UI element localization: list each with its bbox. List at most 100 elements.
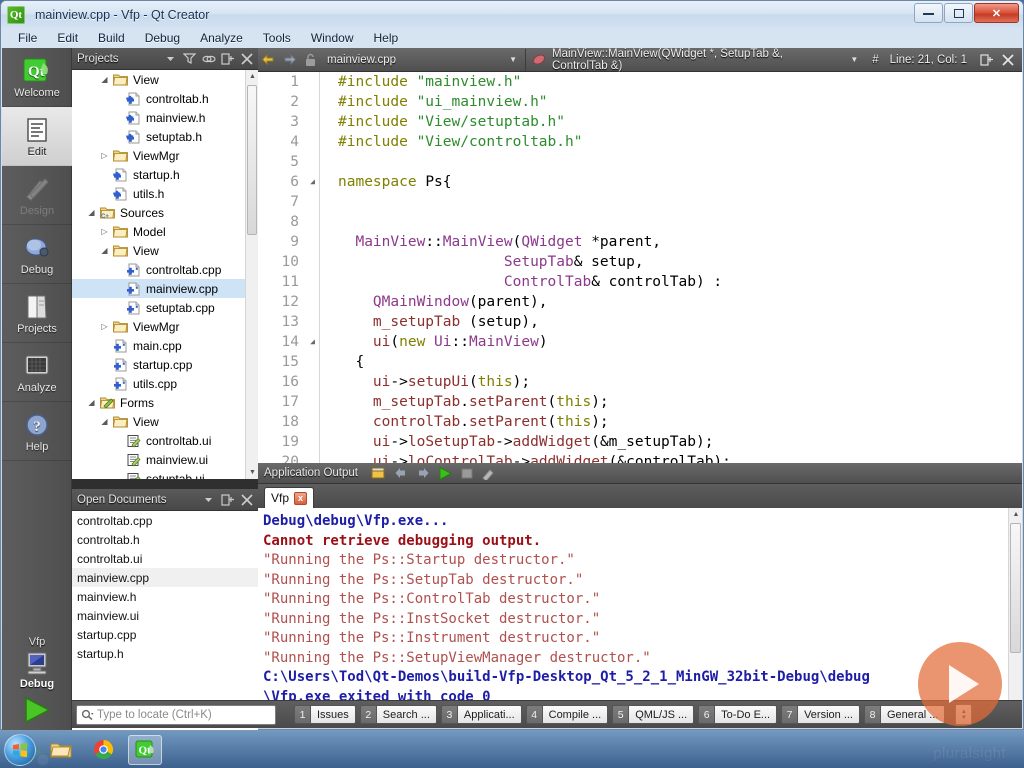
menu-edit[interactable]: Edit [48,29,87,47]
tree-item[interactable]: setuptab.h [72,127,258,146]
maximize-button[interactable] [944,3,973,23]
lock-icon[interactable] [300,49,321,71]
menu-build[interactable]: Build [89,29,134,47]
open-document-item[interactable]: controltab.h [72,530,258,549]
mode-projects[interactable]: Projects [2,284,72,343]
tree-item[interactable]: controltab.h [72,89,258,108]
code-line[interactable]: 17 m_setupTab.setParent(this); [258,392,1022,412]
scrollbar-thumb[interactable] [247,85,257,235]
output-pane-button[interactable]: 1Issues [294,705,356,724]
scrollbar-thumb[interactable] [1010,523,1021,653]
expander-closed-icon[interactable]: ▷ [98,227,111,236]
kit-selector[interactable]: Vfp Debug [2,636,72,690]
close-icon[interactable] [237,49,256,68]
tree-item[interactable]: ▷ViewMgr [72,146,258,165]
output-pane-button[interactable]: 7Version ... [781,705,860,724]
menu-help[interactable]: Help [365,29,408,47]
mode-edit[interactable]: Edit [2,107,72,166]
arrow-forward-icon[interactable] [279,49,300,71]
project-tree-scrollbar-vertical[interactable]: ▲ ▼ [245,70,258,479]
explorer-icon[interactable] [44,735,78,765]
start-button[interactable] [4,734,36,766]
code-line[interactable]: 12 QMainWindow(parent), [258,292,1022,312]
output-pane-button[interactable]: 4Compile ... [526,705,609,724]
close-button[interactable]: ✕ [974,3,1019,23]
tree-item[interactable]: startup.cpp [72,355,258,374]
output-pane-button[interactable]: 2Search ... [360,705,437,724]
split-icon[interactable] [976,49,997,71]
menu-window[interactable]: Window [302,29,363,47]
code-area[interactable]: 1#include "mainview.h"2#include "ui_main… [258,72,1022,463]
open-document-item[interactable]: mainview.ui [72,606,258,625]
project-tree[interactable]: ◢Viewcontroltab.hmainview.hsetuptab.h▷Vi… [72,70,258,479]
fold-marker-icon[interactable]: ◢ [306,332,320,352]
open-document-item[interactable]: mainview.cpp [72,568,258,587]
code-line[interactable]: 2#include "ui_mainview.h" [258,92,1022,112]
symbol-combobox[interactable]: MainView::MainView(QWidget *, SetupTab &… [525,49,866,71]
expander-open-icon[interactable]: ◢ [98,246,111,255]
code-line[interactable]: 6◢namespace Ps{ [258,172,1022,192]
expander-closed-icon[interactable]: ▷ [98,151,111,160]
expander-open-icon[interactable]: ◢ [98,417,111,426]
link-icon[interactable] [199,49,218,68]
tree-item[interactable]: setuptab.ui [72,469,258,479]
code-line[interactable]: 11 ControlTab& controlTab) : [258,272,1022,292]
output-scrollbar[interactable]: ▲ ▼ [1008,508,1022,711]
close-icon[interactable]: x [294,492,307,505]
scroll-up-arrow[interactable]: ▲ [1009,508,1023,521]
menu-tools[interactable]: Tools [254,29,300,47]
code-line[interactable]: 8 [258,212,1022,232]
tree-item[interactable]: utils.h [72,184,258,203]
output-pane-button[interactable]: 8General ... [864,705,945,724]
split-icon[interactable] [218,49,237,68]
open-documents-list[interactable]: controltab.cppcontroltab.hcontroltab.uim… [72,511,258,730]
code-line[interactable]: 7 [258,192,1022,212]
output-pane-spinner[interactable]: ▲ ▼ [955,704,972,725]
output-text[interactable]: Debug\debug\Vfp.exe...Cannot retrieve de… [258,508,1022,711]
tree-item[interactable]: ◢Forms [72,393,258,412]
qt-creator-icon[interactable]: Qt [128,735,162,765]
code-line[interactable]: 13 m_setupTab (setup), [258,312,1022,332]
close-icon[interactable] [997,49,1018,71]
tree-item[interactable]: ◢View [72,70,258,89]
tree-item[interactable]: mainview.h [72,108,258,127]
tree-item[interactable]: main.cpp [72,336,258,355]
open-document-item[interactable]: startup.cpp [72,625,258,644]
expander-open-icon[interactable]: ◢ [85,398,98,407]
tree-item[interactable]: ◢C+Sources [72,203,258,222]
code-line[interactable]: 14◢ ui(new Ui::MainView) [258,332,1022,352]
run-button[interactable] [2,688,72,732]
code-line[interactable]: 9 MainView::MainView(QWidget *parent, [258,232,1022,252]
close-icon[interactable] [237,490,256,509]
code-line[interactable]: 10 SetupTab& setup, [258,252,1022,272]
code-line[interactable]: 19 ui->loSetupTab->addWidget(&m_setupTab… [258,432,1022,452]
filter-icon[interactable] [180,49,199,68]
output-pane-button[interactable]: 5QML/JS ... [612,705,694,724]
arrow-left-icon[interactable] [390,463,412,483]
line-col-indicator[interactable]: Line: 21, Col: 1 [881,54,976,66]
menu-file[interactable]: File [9,29,46,47]
stop-icon[interactable] [456,463,478,483]
tree-item[interactable]: startup.h [72,165,258,184]
expander-open-icon[interactable]: ◢ [98,75,111,84]
mode-help[interactable]: ? Help [2,402,72,461]
tree-item[interactable]: ▷ViewMgr [72,317,258,336]
output-tab-vfp[interactable]: Vfp x [264,487,314,508]
open-document-item[interactable]: controltab.cpp [72,511,258,530]
locator-input[interactable]: Type to locate (Ctrl+K) [76,705,276,725]
open-document-item[interactable]: controltab.ui [72,549,258,568]
tree-item[interactable]: ◢View [72,241,258,260]
code-line[interactable]: 4#include "View/controltab.h" [258,132,1022,152]
tree-item[interactable]: ◢View [72,412,258,431]
tree-item[interactable]: utils.cpp [72,374,258,393]
tree-item[interactable]: mainview.cpp [72,279,258,298]
mode-welcome[interactable]: Qt Welcome [2,48,72,107]
tree-item[interactable]: ▷Model [72,222,258,241]
code-line[interactable]: 15 { [258,352,1022,372]
arrow-right-icon[interactable] [412,463,434,483]
menu-debug[interactable]: Debug [136,29,189,47]
tree-item[interactable]: controltab.ui [72,431,258,450]
code-line[interactable]: 18 controlTab.setParent(this); [258,412,1022,432]
open-document-item[interactable]: mainview.h [72,587,258,606]
open-document-item[interactable]: startup.h [72,644,258,663]
